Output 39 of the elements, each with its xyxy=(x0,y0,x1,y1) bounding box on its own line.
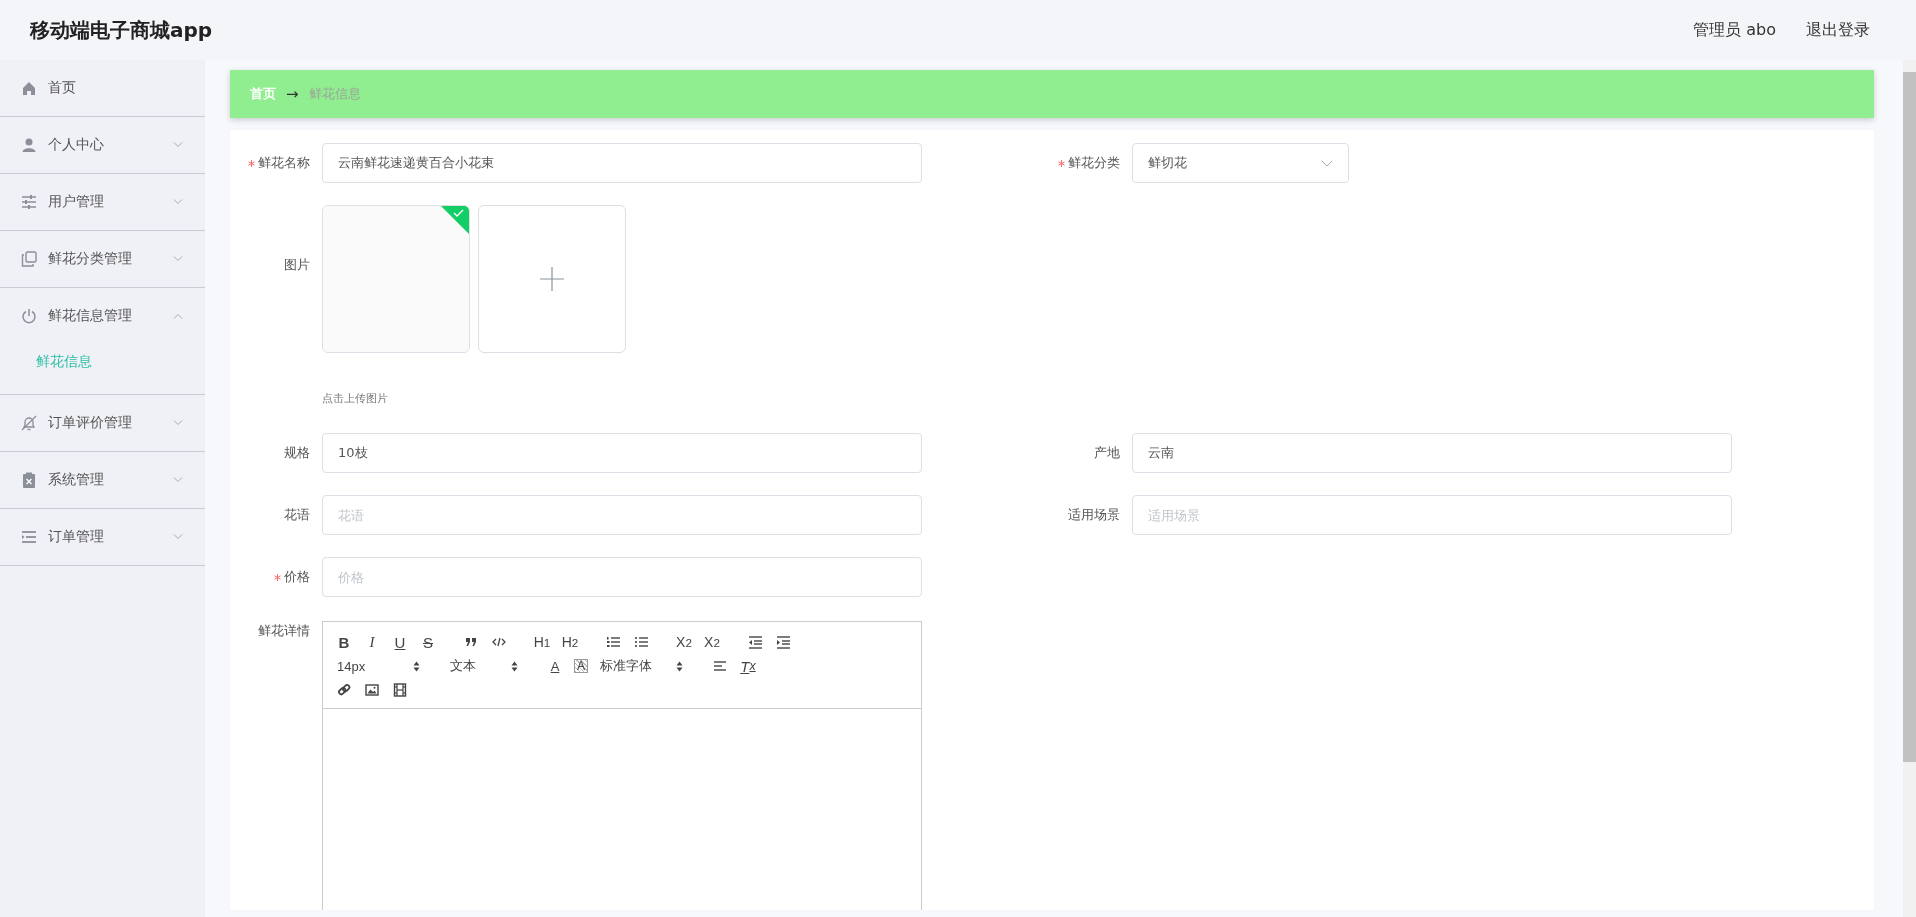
toolbar-select[interactable]: 14px xyxy=(335,658,420,674)
text-input[interactable]: 适用场景 xyxy=(1132,495,1732,535)
underline-button[interactable]: U xyxy=(391,632,409,652)
sidebar-menu-item[interactable]: 鲜花分类管理 xyxy=(48,250,173,268)
sidebar-menu-item[interactable]: 系统管理 xyxy=(48,471,173,489)
sidebar-menu-item[interactable]: 鲜花信息管理 xyxy=(48,307,173,325)
logout-link[interactable]: 退出登录 xyxy=(1806,19,1870,41)
bold-button[interactable]: B xyxy=(335,632,353,652)
field-label: 花语 xyxy=(284,506,310,524)
text-input[interactable]: 花语 xyxy=(322,495,922,535)
sidebar-menu-item[interactable]: 用户管理 xyxy=(48,193,173,211)
field-label: 产地 xyxy=(1094,444,1120,462)
field-label: 鲜花分类 xyxy=(1068,154,1120,172)
font-color-button[interactable]: A xyxy=(546,656,564,676)
field-label: 价格 xyxy=(284,568,310,586)
text-input[interactable]: 云南鲜花速递黄百合小花束 xyxy=(322,143,922,183)
strikethrough-button[interactable]: S xyxy=(419,632,437,652)
field-label: 鲜花名称 xyxy=(258,154,310,172)
field-label: 图片 xyxy=(284,256,310,274)
breadcrumb-current: 鲜花信息 xyxy=(308,85,361,103)
select-field[interactable]: 鲜切花 xyxy=(1132,143,1349,183)
toolbar-select[interactable]: 文本 xyxy=(448,657,518,675)
text-input[interactable]: 云南 xyxy=(1132,433,1732,473)
background-color-button[interactable]: A xyxy=(574,659,588,673)
field-label: 鲜花详情 xyxy=(258,622,310,640)
upload-hint: 点击上传图片 xyxy=(322,391,389,407)
field-label: 适用场景 xyxy=(1068,506,1120,524)
sidebar-menu-item[interactable]: 订单评价管理 xyxy=(48,414,173,432)
text-input[interactable]: 价格 xyxy=(322,557,922,597)
sidebar-menu-item[interactable]: 个人中心 xyxy=(48,136,173,154)
field-label: 规格 xyxy=(284,444,310,462)
sidebar-menu-item[interactable]: 首页 xyxy=(48,79,205,97)
italic-button[interactable]: I xyxy=(363,632,381,652)
app-title: 移动端电子商城app xyxy=(30,16,214,44)
text-input[interactable]: 10枝 xyxy=(322,433,922,473)
admin-username: 管理员 abo xyxy=(1693,19,1776,41)
toolbar-select[interactable]: 标准字体 xyxy=(598,657,683,675)
sidebar-menu-item[interactable]: 订单管理 xyxy=(48,528,173,546)
breadcrumb-separator: → xyxy=(286,85,299,103)
